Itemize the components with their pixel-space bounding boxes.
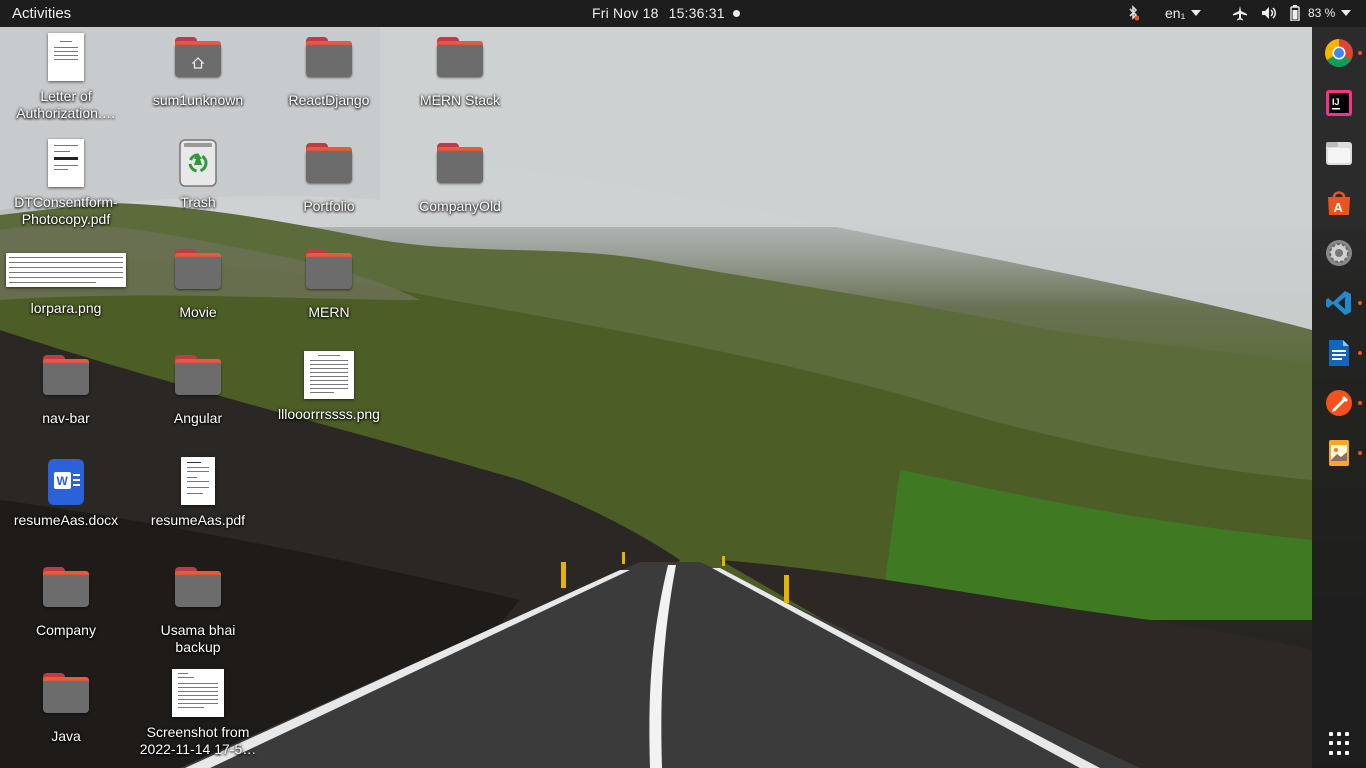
battery-percent: 83 % [1308, 6, 1336, 20]
desktop-item-label: Letter of Authorization.… [16, 88, 116, 121]
running-indicator [1358, 451, 1362, 455]
running-indicator [1358, 51, 1362, 55]
home-folder-icon [134, 37, 262, 89]
folder-icon [396, 143, 524, 195]
desktop-item-label: Angular [173, 410, 223, 426]
dock: IJ A [1312, 27, 1366, 768]
desktop-item-label: ReactDjango [288, 92, 370, 108]
folder-icon [265, 37, 393, 89]
desktop-item-label: sum1unknown [152, 92, 244, 108]
desktop-item[interactable]: resumeAas.pdf [134, 457, 262, 529]
folder-icon [265, 143, 393, 195]
desktop-item[interactable]: sum1unknown [134, 33, 262, 109]
desktop-item[interactable]: lllooorrrssss.png [265, 351, 393, 423]
desktop-item-label: resumeAas.docx [13, 512, 119, 528]
desktop-item-label: Portfolio [303, 198, 355, 214]
desktop-item-label: MERN [308, 304, 350, 320]
desktop-item-label: nav-bar [42, 410, 90, 426]
system-menu-chevron-icon [1341, 10, 1352, 16]
folder-icon [134, 355, 262, 407]
desktop-item[interactable]: Trash [134, 139, 262, 211]
desktop-item[interactable]: Screenshot from 2022-11-14 17-5… [134, 669, 262, 758]
folder-icon [396, 37, 524, 89]
clock-time: 15:36:31 [668, 5, 725, 21]
desktop-item[interactable]: Angular [134, 351, 262, 427]
desktop-item[interactable]: Letter of Authorization.… [2, 33, 130, 122]
desktop-item-label: Usama bhai backup [160, 622, 236, 655]
desktop-item[interactable]: nav-bar [2, 351, 130, 427]
svg-text:IJ: IJ [1332, 97, 1340, 107]
desktop-item[interactable]: MERN [265, 245, 393, 321]
desktop-item-label: CompanyOld [419, 198, 501, 214]
airplane-mode-icon[interactable] [1232, 4, 1248, 22]
document-icon [2, 33, 130, 85]
pdf-document-icon [2, 139, 130, 191]
image-viewer-icon[interactable] [1324, 438, 1354, 468]
desktop-item[interactable]: ReactDjango [265, 33, 393, 109]
desktop-item[interactable]: lorpara.png [2, 245, 130, 317]
desktop-item[interactable]: Company [2, 563, 130, 639]
intellij-icon[interactable]: IJ [1324, 88, 1354, 118]
running-indicator [1358, 301, 1362, 305]
settings-icon[interactable] [1324, 238, 1354, 268]
desktop-item[interactable]: Portfolio [265, 139, 393, 215]
desktop-item[interactable]: MERN Stack [396, 33, 524, 109]
notification-dot [733, 10, 740, 17]
desktop-item-label: MERN Stack [419, 92, 501, 108]
activities-button[interactable]: Activities [12, 5, 71, 22]
desktop-item-label: Trash [180, 194, 216, 210]
vscode-icon[interactable] [1324, 288, 1354, 318]
clock-button[interactable]: Fri Nov 18 15:36:31 [592, 5, 735, 21]
running-indicator [1358, 351, 1362, 355]
desktop-item-label: Screenshot from 2022-11-14 17-5… [139, 724, 257, 757]
desktop-item-label: Company [36, 622, 96, 638]
desktop-item[interactable]: W resumeAas.docx [2, 457, 130, 529]
running-indicator [1358, 401, 1362, 405]
show-applications-icon[interactable] [1329, 732, 1353, 756]
chrome-icon[interactable] [1324, 38, 1354, 68]
battery-icon [1290, 5, 1300, 21]
desktop-item-label: resumeAas.pdf [150, 512, 246, 528]
language-selector[interactable]: en₁ [1165, 4, 1202, 22]
image-thumbnail-icon [2, 245, 130, 297]
folder-icon [2, 567, 130, 619]
desktop-item[interactable]: CompanyOld [396, 139, 524, 215]
desktop-item[interactable]: Java [2, 669, 130, 745]
desktop-item[interactable]: Movie [134, 245, 262, 321]
battery-indicator[interactable]: 83 % [1290, 4, 1352, 22]
desktop-item[interactable]: DTConsentform-Photocopy.pdf [2, 139, 130, 228]
bluetooth-icon[interactable] [1127, 4, 1139, 22]
folder-icon [134, 249, 262, 301]
folder-icon [265, 249, 393, 301]
language-label: en₁ [1165, 5, 1186, 21]
chevron-down-icon [1191, 10, 1202, 16]
svg-text:A: A [1334, 200, 1344, 215]
volume-icon[interactable] [1261, 4, 1277, 22]
word-document-icon: W [2, 457, 130, 509]
desktop-item-label: lllooorrrssss.png [278, 406, 380, 422]
desktop-item-label: Java [51, 728, 81, 744]
desktop-item-label: DTConsentform-Photocopy.pdf [14, 194, 118, 227]
image-thumbnail-icon [265, 351, 393, 403]
software-store-icon[interactable]: A [1324, 188, 1354, 218]
folder-icon [2, 673, 130, 725]
writer-icon[interactable] [1324, 338, 1354, 368]
desktop-item[interactable]: Usama bhai backup [134, 563, 262, 656]
svg-text:W: W [57, 474, 69, 488]
folder-icon [2, 355, 130, 407]
trash-icon [134, 139, 262, 191]
files-icon[interactable] [1324, 138, 1354, 168]
desktop-item-label: Movie [179, 304, 217, 320]
pdf-document-icon [134, 457, 262, 509]
desktop-item-label: lorpara.png [30, 300, 102, 316]
top-bar: Activities Fri Nov 18 15:36:31 en₁ 83 % [0, 0, 1366, 27]
image-thumbnail-icon [134, 669, 262, 721]
clock-date: Fri Nov 18 [592, 5, 659, 21]
folder-icon [134, 567, 262, 619]
color-picker-icon[interactable] [1324, 388, 1354, 418]
